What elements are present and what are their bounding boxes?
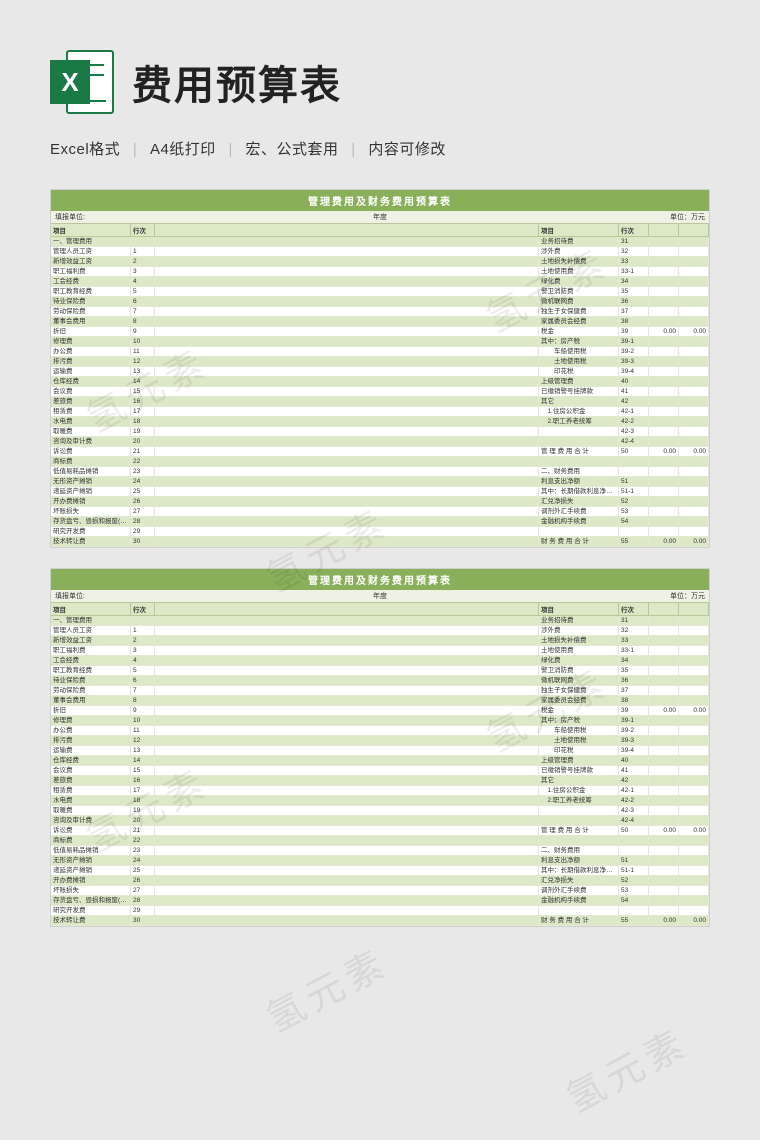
spreadsheet-preview: 管理费用及财务费用预算表 填报单位: 年度 单位：万元 项目 行次 项目 行次 … xyxy=(50,568,710,927)
feature-item: 内容可修改 xyxy=(368,141,446,158)
table-row: 新增效益工资2土地损失补偿费33 xyxy=(51,257,709,267)
table-row: 修理费10其中：房产税39-1 xyxy=(51,337,709,347)
table-row: 折旧9税金390.000.00 xyxy=(51,706,709,716)
sheet-body: 一、管理费用业务招待费31管理人员工资1涉外费32新增效益工资2土地损失补偿费3… xyxy=(51,616,709,926)
sheet-meta-row: 填报单位: 年度 单位：万元 xyxy=(51,590,709,603)
table-row: 研究开发费29 xyxy=(51,527,709,537)
table-row: 无形资产摊销24利息支出净额51 xyxy=(51,856,709,866)
table-row: 待业保险费6微机联网费36 xyxy=(51,297,709,307)
table-row: 咨询及审计费2042-4 xyxy=(51,816,709,826)
table-row: 管理人员工资1涉外费32 xyxy=(51,626,709,636)
table-row: 董事会费用8家属委员会经费38 xyxy=(51,696,709,706)
meta-year-label: 年度 xyxy=(272,212,489,222)
feature-item: Excel格式 xyxy=(50,141,120,158)
table-row: 递延资产摊销25其中：长期借款利息净支出51-1 xyxy=(51,487,709,497)
table-row: 办公费11 车船使用税39-2 xyxy=(51,347,709,357)
table-row: 差旅费16其它42 xyxy=(51,776,709,786)
table-row: 开办费摊销26汇兑净损失52 xyxy=(51,497,709,507)
table-row: 开办费摊销26汇兑净损失52 xyxy=(51,876,709,886)
table-row: 职工福利费3土地使用费33-1 xyxy=(51,267,709,277)
table-row: 运输费13 印花税39-4 xyxy=(51,367,709,377)
table-row: 运输费13 印花税39-4 xyxy=(51,746,709,756)
table-row: 排污费12 土地使用税39-3 xyxy=(51,736,709,746)
table-row: 管理人员工资1涉外费32 xyxy=(51,247,709,257)
meta-unit-label: 填报单位: xyxy=(55,212,272,222)
table-row: 会议费15已缴销警号挂牌款41 xyxy=(51,766,709,776)
feature-item: A4纸打印 xyxy=(150,141,216,158)
table-row: 研究开发费29 xyxy=(51,906,709,916)
watermark: 氢元素 xyxy=(555,1012,697,1123)
features-line: Excel格式 | A4纸打印 | 宏、公式套用 | 内容可修改 xyxy=(0,138,760,179)
table-row: 技术转让费30财 务 费 用 合 计550.000.00 xyxy=(51,537,709,547)
table-row: 租赁费17 1.住房公积金42-1 xyxy=(51,407,709,417)
page-title: 费用预算表 xyxy=(132,53,342,111)
table-row: 无形资产摊销24利息支出净额51 xyxy=(51,477,709,487)
spreadsheet-preview: 管理费用及财务费用预算表 填报单位: 年度 单位：万元 项目 行次 项目 行次 … xyxy=(50,189,710,548)
sheet-body: 一、管理费用业务招待费31管理人员工资1涉外费32新增效益工资2土地损失补偿费3… xyxy=(51,237,709,547)
table-row: 低值易耗品摊销23二、财务费用 xyxy=(51,846,709,856)
table-row: 职工教育经费5警卫消防费35 xyxy=(51,666,709,676)
table-row: 诉讼费21管 理 费 用 合 计500.000.00 xyxy=(51,447,709,457)
sheet-title: 管理费用及财务费用预算表 xyxy=(51,190,709,211)
table-row: 取暖费1942-3 xyxy=(51,806,709,816)
product-header: X 费用预算表 xyxy=(0,0,760,138)
table-row: 新增效益工资2土地损失补偿费33 xyxy=(51,636,709,646)
table-row: 技术转让费30财 务 费 用 合 计550.000.00 xyxy=(51,916,709,926)
table-row: 职工教育经费5警卫消防费35 xyxy=(51,287,709,297)
table-row: 递延资产摊销25其中：长期借款利息净支出51-1 xyxy=(51,866,709,876)
column-header-row: 项目 行次 项目 行次 xyxy=(51,224,709,237)
table-row: 职工福利费3土地使用费33-1 xyxy=(51,646,709,656)
table-row: 一、管理费用业务招待费31 xyxy=(51,237,709,247)
table-row: 劳动保险费7独生子女保健费37 xyxy=(51,307,709,317)
table-row: 诉讼费21管 理 费 用 合 计500.000.00 xyxy=(51,826,709,836)
excel-icon: X xyxy=(50,50,114,114)
table-row: 仓库经费14上级管理费40 xyxy=(51,377,709,387)
table-row: 工会经费4绿化费34 xyxy=(51,277,709,287)
table-row: 修理费10其中：房产税39-1 xyxy=(51,716,709,726)
table-row: 排污费12 土地使用税39-3 xyxy=(51,357,709,367)
sheet-meta-row: 填报单位: 年度 单位：万元 xyxy=(51,211,709,224)
table-row: 差旅费16其它42 xyxy=(51,397,709,407)
sheet-title: 管理费用及财务费用预算表 xyxy=(51,569,709,590)
table-row: 咨询及审计费2042-4 xyxy=(51,437,709,447)
table-row: 办公费11 车船使用税39-2 xyxy=(51,726,709,736)
table-row: 取暖费1942-3 xyxy=(51,427,709,437)
table-row: 工会经费4绿化费34 xyxy=(51,656,709,666)
table-row: 一、管理费用业务招待费31 xyxy=(51,616,709,626)
separator: | xyxy=(351,141,355,158)
table-row: 董事会费用8家属委员会经费38 xyxy=(51,317,709,327)
table-row: 存货盘亏、毁损和报废(减盘盈)28金融机构手续费54 xyxy=(51,517,709,527)
table-row: 租赁费17 1.住房公积金42-1 xyxy=(51,786,709,796)
feature-item: 宏、公式套用 xyxy=(246,141,339,158)
table-row: 商标费22 xyxy=(51,457,709,467)
table-row: 坏账损失27调剂外汇手续费53 xyxy=(51,507,709,517)
table-row: 仓库经费14上级管理费40 xyxy=(51,756,709,766)
watermark: 氢元素 xyxy=(255,932,397,1043)
table-row: 待业保险费6微机联网费36 xyxy=(51,676,709,686)
table-row: 折旧9税金390.000.00 xyxy=(51,327,709,337)
column-header-row: 项目 行次 项目 行次 xyxy=(51,603,709,616)
table-row: 劳动保险费7独生子女保健费37 xyxy=(51,686,709,696)
table-row: 商标费22 xyxy=(51,836,709,846)
table-row: 低值易耗品摊销23二、财务费用 xyxy=(51,467,709,477)
separator: | xyxy=(133,141,137,158)
separator: | xyxy=(228,141,232,158)
table-row: 会议费15已缴销警号挂牌款41 xyxy=(51,387,709,397)
meta-currency-label: 单位：万元 xyxy=(488,212,705,222)
table-row: 水电费18 2.职工养老统筹42-2 xyxy=(51,417,709,427)
table-row: 坏账损失27调剂外汇手续费53 xyxy=(51,886,709,896)
table-row: 水电费18 2.职工养老统筹42-2 xyxy=(51,796,709,806)
table-row: 存货盘亏、毁损和报废(减盘盈)28金融机构手续费54 xyxy=(51,896,709,906)
